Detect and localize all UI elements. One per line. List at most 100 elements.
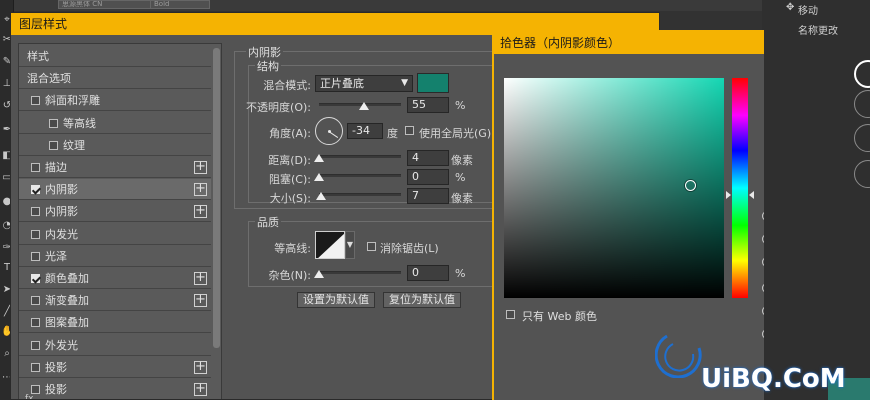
global-light-checkbox[interactable] <box>405 126 414 135</box>
hue-slider-right-arrow[interactable] <box>749 190 754 199</box>
radio-b[interactable] <box>762 257 764 267</box>
radio-g[interactable] <box>762 306 764 316</box>
panel-circle-button[interactable] <box>854 160 870 188</box>
style-list-item[interactable]: 等高线 <box>19 113 211 134</box>
contour-preview[interactable] <box>315 231 345 259</box>
style-list-label: 内阴影 <box>45 183 78 197</box>
saturation-brightness-field[interactable] <box>504 78 724 298</box>
style-list-item[interactable]: 纹理 <box>19 135 211 156</box>
shadow-color-swatch[interactable] <box>417 73 449 93</box>
add-effect-plus-icon[interactable]: + <box>194 182 207 197</box>
angle-input[interactable]: -34 <box>347 123 383 139</box>
distance-slider-thumb[interactable] <box>314 154 324 162</box>
quality-title: 品质 <box>255 214 281 230</box>
size-slider[interactable] <box>319 193 401 196</box>
style-checkbox[interactable] <box>31 96 40 106</box>
style-list-item[interactable]: 样式 <box>19 46 211 67</box>
style-list-item[interactable]: 内阴影 + <box>19 201 211 223</box>
size-input[interactable]: 7 <box>407 188 449 204</box>
style-list-label: 等高线 <box>63 116 96 130</box>
noise-unit: % <box>455 267 466 280</box>
style-checkbox[interactable] <box>31 251 40 261</box>
style-list-item[interactable]: 投影 + <box>19 357 211 378</box>
size-label: 大小(S): <box>269 192 311 205</box>
structure-title: 结构 <box>255 58 281 74</box>
add-effect-plus-icon[interactable]: + <box>194 293 207 308</box>
noise-slider[interactable] <box>319 271 401 274</box>
style-checkbox[interactable] <box>31 207 40 217</box>
style-list-item[interactable]: 内发光 <box>19 224 211 245</box>
style-checkbox[interactable] <box>31 274 40 283</box>
style-checkbox[interactable] <box>49 140 58 150</box>
choke-slider[interactable] <box>319 174 401 177</box>
style-list-item[interactable]: 图案叠加 <box>19 312 211 334</box>
style-list-label: 投影 <box>45 383 67 396</box>
style-list-item[interactable]: 混合选项 <box>19 68 211 90</box>
noise-slider-thumb[interactable] <box>314 270 324 278</box>
style-checkbox[interactable] <box>31 340 40 350</box>
watermark-text: UiBQ.CoM <box>701 364 846 394</box>
add-effect-plus-icon[interactable]: + <box>194 382 207 396</box>
color-field-cursor[interactable] <box>685 179 696 191</box>
angle-dial[interactable] <box>315 117 343 145</box>
style-list-item[interactable]: 光泽 <box>19 246 211 267</box>
opacity-slider-thumb[interactable] <box>359 102 370 110</box>
radio-h[interactable] <box>762 211 764 221</box>
reset-default-button[interactable]: 复位为默认值 <box>383 292 461 308</box>
style-list-item[interactable]: 斜面和浮雕 <box>19 90 211 112</box>
style-checkbox[interactable] <box>31 296 40 306</box>
distance-slider[interactable] <box>319 155 401 158</box>
style-checkbox[interactable] <box>49 118 58 128</box>
radio-s[interactable] <box>762 234 764 244</box>
font-family-field[interactable]: 思源黑体 CN <box>58 0 154 9</box>
panel-circle-button[interactable] <box>854 60 870 88</box>
choke-slider-thumb[interactable] <box>314 173 324 181</box>
set-default-button[interactable]: 设置为默认值 <box>297 292 375 308</box>
style-list-item[interactable]: 颜色叠加 + <box>19 268 211 289</box>
style-list-item[interactable]: 渐变叠加 + <box>19 290 211 312</box>
add-effect-plus-icon[interactable]: + <box>194 271 207 285</box>
distance-label: 距离(D): <box>268 154 311 167</box>
angle-unit: 度 <box>387 127 398 140</box>
contour-dropdown-chevron-icon[interactable]: ▼ <box>345 231 355 259</box>
font-style-field[interactable]: Bold <box>150 0 210 9</box>
add-effect-plus-icon[interactable]: + <box>194 160 207 174</box>
noise-input[interactable]: 0 <box>407 265 449 281</box>
history-item-move[interactable]: 移动 <box>798 2 818 17</box>
style-list-label: 颜色叠加 <box>45 272 89 285</box>
style-checkbox[interactable] <box>31 163 40 172</box>
radio-r[interactable] <box>762 283 764 293</box>
style-list-item[interactable]: 内阴影 + <box>19 179 211 201</box>
add-effect-plus-icon[interactable]: + <box>194 204 207 219</box>
style-list-label: 描边 <box>45 161 67 174</box>
choke-label: 阻塞(C): <box>269 173 311 186</box>
style-list-item[interactable]: 投影 + <box>19 379 211 399</box>
style-checkbox[interactable] <box>31 385 40 394</box>
watermark-logo-icon <box>655 334 702 378</box>
style-list-item[interactable]: 外发光 <box>19 335 211 356</box>
style-checkbox[interactable] <box>31 362 40 372</box>
fx-icon[interactable]: fx <box>25 394 34 399</box>
style-list-label: 内发光 <box>45 227 78 241</box>
style-list-label: 光泽 <box>45 249 67 263</box>
size-slider-thumb[interactable] <box>316 192 327 200</box>
panel-circle-button[interactable] <box>854 124 870 152</box>
style-checkbox[interactable] <box>31 229 40 239</box>
style-list-scrollbar[interactable] <box>213 48 220 348</box>
panel-circle-button[interactable] <box>854 90 870 118</box>
global-light-label: 使用全局光(G) <box>419 127 492 140</box>
opacity-input[interactable]: 55 <box>407 97 449 113</box>
distance-input[interactable]: 4 <box>407 150 449 166</box>
hue-slider-left-arrow[interactable] <box>726 190 731 199</box>
add-effect-plus-icon[interactable]: + <box>194 360 207 374</box>
opacity-label: 不透明度(O): <box>246 101 311 114</box>
choke-input[interactable]: 0 <box>407 169 449 185</box>
style-list-item[interactable]: 描边 + <box>19 157 211 178</box>
blend-mode-select[interactable]: 正片叠底 ▼ <box>315 75 413 92</box>
hue-slider[interactable] <box>732 78 748 298</box>
history-item-rename[interactable]: 名称更改 <box>798 22 838 37</box>
web-only-checkbox[interactable] <box>506 310 515 319</box>
anti-alias-checkbox[interactable] <box>367 242 376 251</box>
style-checkbox[interactable] <box>31 185 40 195</box>
style-checkbox[interactable] <box>31 318 40 328</box>
